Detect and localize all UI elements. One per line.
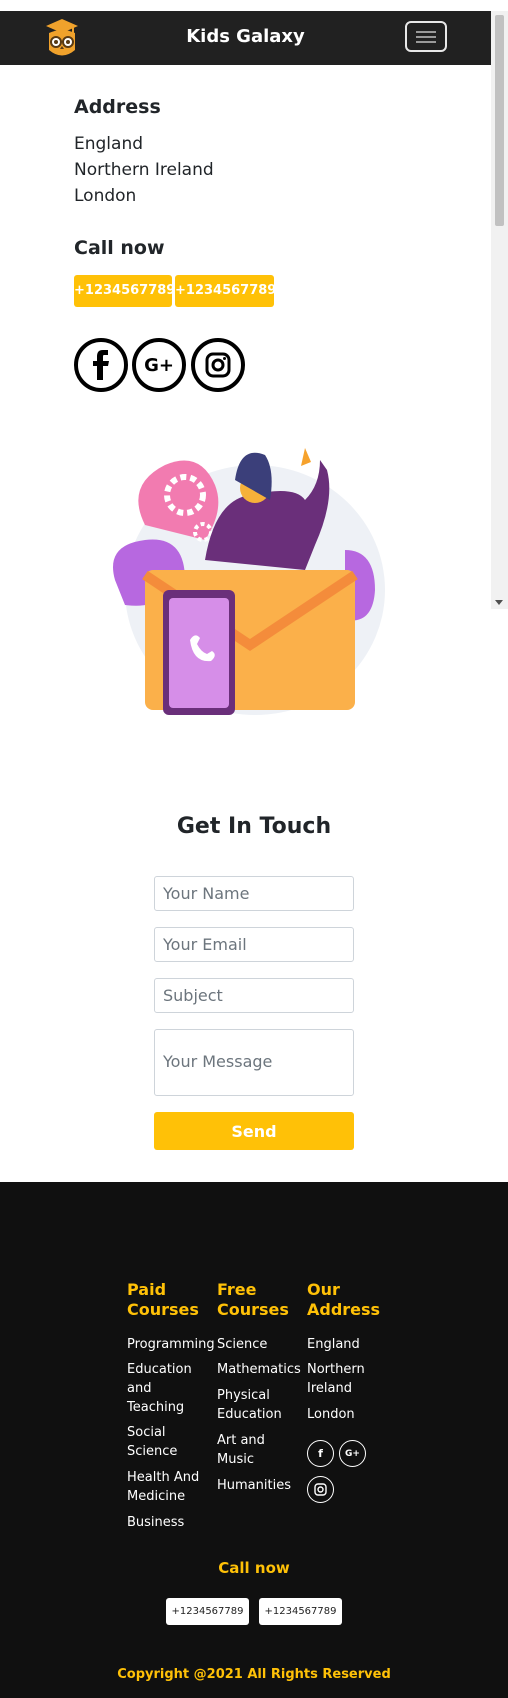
scrollbar-thumb[interactable] bbox=[495, 15, 504, 226]
google-plus-icon[interactable]: G+ bbox=[132, 338, 186, 392]
footer-link[interactable]: Social Science bbox=[127, 1423, 205, 1461]
footer-instagram-icon[interactable] bbox=[307, 1476, 334, 1503]
email-input[interactable] bbox=[154, 927, 354, 962]
get-in-touch-heading: Get In Touch bbox=[176, 814, 332, 839]
footer-link[interactable]: Physical Education bbox=[217, 1386, 291, 1424]
our-address-heading: Our Address bbox=[307, 1280, 381, 1319]
footer-link[interactable]: Programming bbox=[127, 1335, 215, 1354]
hamburger-icon bbox=[416, 31, 436, 33]
copyright-text: Copyright @2021 All Rights Reserved bbox=[117, 1667, 391, 1682]
footer-link[interactable]: Education and Teaching bbox=[127, 1360, 205, 1417]
hamburger-line bbox=[416, 41, 436, 43]
subject-input[interactable] bbox=[154, 978, 354, 1013]
navbar: Kids Galaxy bbox=[0, 11, 491, 65]
footer-phone-button[interactable]: +1234567789 bbox=[259, 1598, 342, 1625]
phone-button[interactable]: +1234567789 bbox=[175, 275, 276, 307]
phone-button[interactable]: +1234567789 bbox=[74, 275, 175, 307]
footer-address-line: Northern Ireland bbox=[307, 1362, 365, 1396]
footer-address-line: England bbox=[307, 1337, 360, 1352]
facebook-icon[interactable] bbox=[74, 338, 128, 392]
footer-link[interactable]: Mathematics bbox=[217, 1360, 301, 1379]
footer-link[interactable]: Business bbox=[127, 1513, 205, 1532]
message-textarea[interactable] bbox=[154, 1029, 354, 1096]
instagram-icon[interactable] bbox=[191, 338, 245, 392]
call-now-heading: Call now bbox=[74, 237, 165, 259]
footer-facebook-icon[interactable]: f bbox=[307, 1440, 334, 1467]
top-strip bbox=[0, 0, 491, 11]
address-heading: Address bbox=[74, 96, 161, 118]
address-line: London bbox=[74, 186, 137, 206]
contact-illustration bbox=[105, 440, 385, 720]
footer-google-plus-icon[interactable]: G+ bbox=[339, 1440, 366, 1467]
footer-link[interactable]: Art and Music bbox=[217, 1431, 277, 1469]
send-button[interactable]: Send bbox=[154, 1112, 354, 1150]
name-input[interactable] bbox=[154, 876, 354, 911]
footer-address-line: London bbox=[307, 1407, 355, 1422]
footer-phone-button[interactable]: +1234567789 bbox=[166, 1598, 249, 1625]
menu-toggle-button[interactable] bbox=[405, 21, 447, 52]
footer-link[interactable]: Health And Medicine bbox=[127, 1468, 205, 1506]
footer-call-now-heading: Call now bbox=[218, 1559, 290, 1577]
address-line: England bbox=[74, 134, 144, 154]
hamburger-line bbox=[416, 36, 436, 38]
scrollbar[interactable] bbox=[491, 11, 508, 609]
footer-link[interactable]: Humanities bbox=[217, 1476, 297, 1495]
paid-courses-heading: Paid Courses bbox=[127, 1280, 199, 1319]
address-line: Northern Ireland bbox=[74, 160, 214, 180]
footer-link[interactable]: Science bbox=[217, 1335, 297, 1354]
free-courses-heading: Free Courses bbox=[217, 1280, 289, 1319]
scroll-down-arrow-icon[interactable] bbox=[495, 600, 503, 605]
